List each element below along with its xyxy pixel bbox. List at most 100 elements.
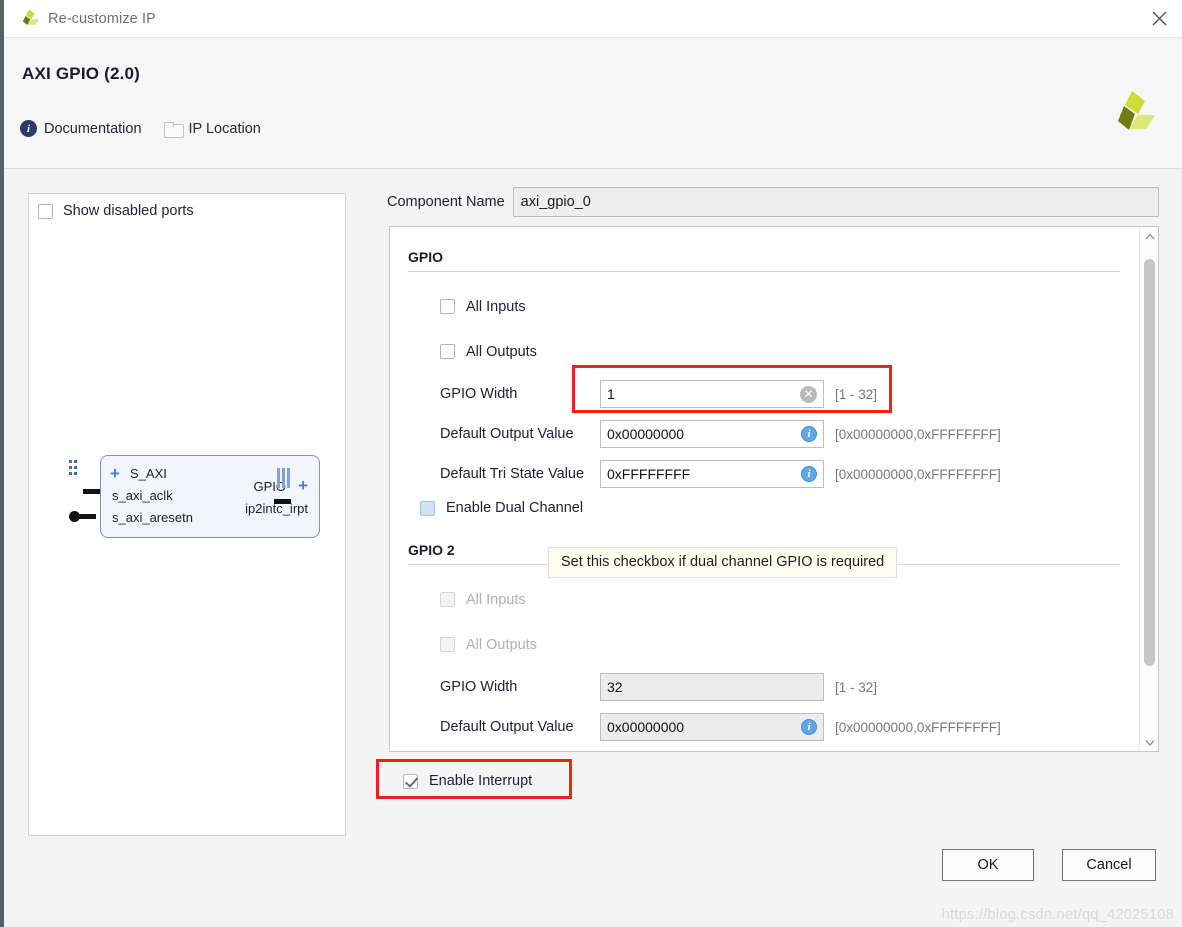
info-icon[interactable]: i (801, 466, 817, 482)
gpio-bus-marker-icon (277, 468, 290, 488)
gpio-width-row: GPIO Width 1 ✕ [1 - 32] (440, 374, 1138, 414)
gpio-all-inputs-row: All Inputs (440, 284, 1138, 329)
scrollbar-track[interactable] (1140, 245, 1158, 733)
gpio2-width-label: GPIO Width (440, 679, 518, 695)
ip2intc-irpt-stub-icon (274, 499, 291, 504)
gpio-width-label: GPIO Width (440, 386, 518, 402)
checkbox-box (440, 299, 455, 314)
gpio2-width-hint: [1 - 32] (835, 679, 878, 695)
section-title-gpio: GPIO (408, 249, 444, 265)
plus-icon-gpio[interactable]: + (298, 477, 308, 494)
ip-block-diagram: + S_AXI s_axi_aclk s_axi_aresetn GPIO + … (55, 447, 320, 547)
show-disabled-ports-checkbox[interactable]: Show disabled ports (38, 203, 194, 219)
gpio2-default-output-hint: [0x00000000,0xFFFFFFFF] (835, 719, 1001, 735)
gpio-default-output-hint: [0x00000000,0xFFFFFFFF] (835, 426, 1001, 442)
gpio-default-output-label: Default Output Value (440, 426, 574, 442)
gpio-default-tristate-input[interactable]: 0xFFFFFFFF i (600, 460, 824, 488)
gpio-all-inputs-checkbox[interactable]: All Inputs (440, 299, 526, 315)
enable-dual-channel-row: Enable Dual Channel (408, 494, 1138, 516)
settings-scroll-panel: GPIO All Inputs All Outputs GPIO Width 1… (389, 226, 1159, 752)
enable-interrupt-label: Enable Interrupt (429, 773, 533, 789)
title-bar: Re-customize IP (4, 0, 1182, 38)
gpio2-all-inputs-label: All Inputs (466, 591, 526, 608)
checkbox-box (403, 773, 418, 789)
settings-content: GPIO All Inputs All Outputs GPIO Width 1… (390, 227, 1138, 751)
enable-interrupt-row: Enable Interrupt (389, 765, 550, 797)
gpio-width-hint: [1 - 32] (835, 386, 878, 402)
enable-dual-channel-checkbox[interactable]: Enable Dual Channel (420, 500, 1138, 516)
gpio2-default-output-label: Default Output Value (440, 719, 574, 735)
dual-channel-tooltip: Set this checkbox if dual channel GPIO i… (548, 547, 898, 578)
gpio2-width-value: 32 (607, 679, 623, 695)
gpio2-default-output-value: 0x00000000 (607, 719, 685, 735)
gpio2-default-output-row: Default Output Value 0x00000000 i [0x000… (440, 707, 1138, 747)
checkbox-box (420, 500, 435, 516)
gpio-width-input[interactable]: 1 ✕ (600, 380, 824, 408)
gpio-rows: All Inputs All Outputs GPIO Width 1 ✕ [1… (408, 272, 1138, 494)
vertical-scrollbar[interactable] (1139, 227, 1158, 751)
info-icon[interactable]: i (801, 426, 817, 442)
dialog-body: Show disabled ports + S_AXI s_axi_aclk s… (4, 169, 1182, 927)
close-icon[interactable] (1136, 0, 1182, 38)
show-disabled-ports-label: Show disabled ports (63, 203, 194, 219)
checkbox-box (440, 637, 455, 652)
checkbox-box (440, 592, 455, 607)
component-name-label: Component Name (387, 194, 505, 210)
gpio-all-outputs-row: All Outputs (440, 329, 1138, 374)
dialog-footer: OK Cancel (942, 849, 1156, 881)
enable-dual-channel-label: Enable Dual Channel (446, 500, 584, 516)
window-title: Re-customize IP (48, 10, 156, 27)
enable-interrupt-checkbox[interactable]: Enable Interrupt (403, 773, 532, 789)
ip-location-label: IP Location (188, 120, 261, 137)
ip-symbol-preview-panel: Show disabled ports + S_AXI s_axi_aclk s… (28, 193, 346, 836)
port-label-s-axi: S_AXI (130, 466, 167, 481)
gpio2-width-input: 32 (600, 673, 824, 701)
gpio2-default-output-input: 0x00000000 i (600, 713, 824, 741)
port-label-s-axi-aresetn: s_axi_aresetn (112, 510, 193, 525)
watermark: https://blog.csdn.net/qq_42025108 (941, 907, 1174, 923)
info-icon: i (20, 120, 37, 137)
documentation-link[interactable]: i Documentation (20, 120, 142, 137)
gpio-default-tristate-label: Default Tri State Value (440, 466, 585, 482)
ip-header: AXI GPIO (2.0) i Documentation IP Locati… (4, 38, 1182, 169)
gpio-default-output-input[interactable]: 0x00000000 i (600, 420, 824, 448)
gpio2-rows: All Inputs All Outputs GPIO Width 32 [1 … (408, 565, 1138, 747)
gpio-default-tristate-value: 0xFFFFFFFF (607, 466, 691, 482)
s-axi-aclk-stub-icon (83, 489, 100, 494)
xilinx-logo-icon (1108, 90, 1156, 134)
plus-icon-s-axi[interactable]: + (110, 465, 120, 482)
component-name-input[interactable]: axi_gpio_0 (512, 187, 1159, 217)
s-axi-aresetn-line-icon (79, 514, 96, 519)
gpio2-all-outputs-row: All Outputs (440, 622, 1138, 667)
config-column: Component Name axi_gpio_0 GPIO All Input… (376, 187, 1159, 927)
scrollbar-thumb[interactable] (1144, 259, 1155, 666)
checkbox-box (38, 203, 53, 219)
gpio-width-value: 1 (607, 386, 615, 402)
checkbox-box (440, 344, 455, 359)
folder-icon (163, 121, 184, 138)
header-links: i Documentation IP Location (20, 120, 261, 138)
gpio2-width-row: GPIO Width 32 [1 - 32] (440, 667, 1138, 707)
chevron-down-icon[interactable] (1140, 733, 1158, 751)
xilinx-logo-icon (18, 9, 40, 29)
ok-button[interactable]: OK (942, 849, 1034, 881)
info-icon[interactable]: i (801, 719, 817, 735)
gpio-all-inputs-label: All Inputs (466, 298, 526, 315)
port-label-s-axi-aclk: s_axi_aclk (112, 488, 173, 503)
gpio-default-output-value: 0x00000000 (607, 426, 685, 442)
clear-icon[interactable]: ✕ (800, 385, 817, 403)
re-customize-ip-dialog: Re-customize IP AXI GPIO (2.0) i Documen… (4, 0, 1182, 927)
gpio-all-outputs-checkbox[interactable]: All Outputs (440, 344, 537, 360)
page-title: AXI GPIO (2.0) (22, 64, 141, 83)
gpio2-all-outputs-label: All Outputs (466, 636, 537, 653)
s-axi-bus-marker-icon (69, 460, 78, 477)
gpio-default-tristate-row: Default Tri State Value 0xFFFFFFFF i [0x… (440, 454, 1138, 494)
cancel-button[interactable]: Cancel (1062, 849, 1156, 881)
gpio-default-tristate-hint: [0x00000000,0xFFFFFFFF] (835, 466, 1001, 482)
gpio-all-outputs-label: All Outputs (466, 343, 537, 360)
ip-location-link[interactable]: IP Location (163, 120, 261, 138)
chevron-up-icon[interactable] (1140, 227, 1158, 245)
gpio2-all-outputs-checkbox: All Outputs (440, 637, 537, 653)
documentation-label: Documentation (44, 120, 142, 137)
gpio-default-output-row: Default Output Value 0x00000000 i [0x000… (440, 414, 1138, 454)
